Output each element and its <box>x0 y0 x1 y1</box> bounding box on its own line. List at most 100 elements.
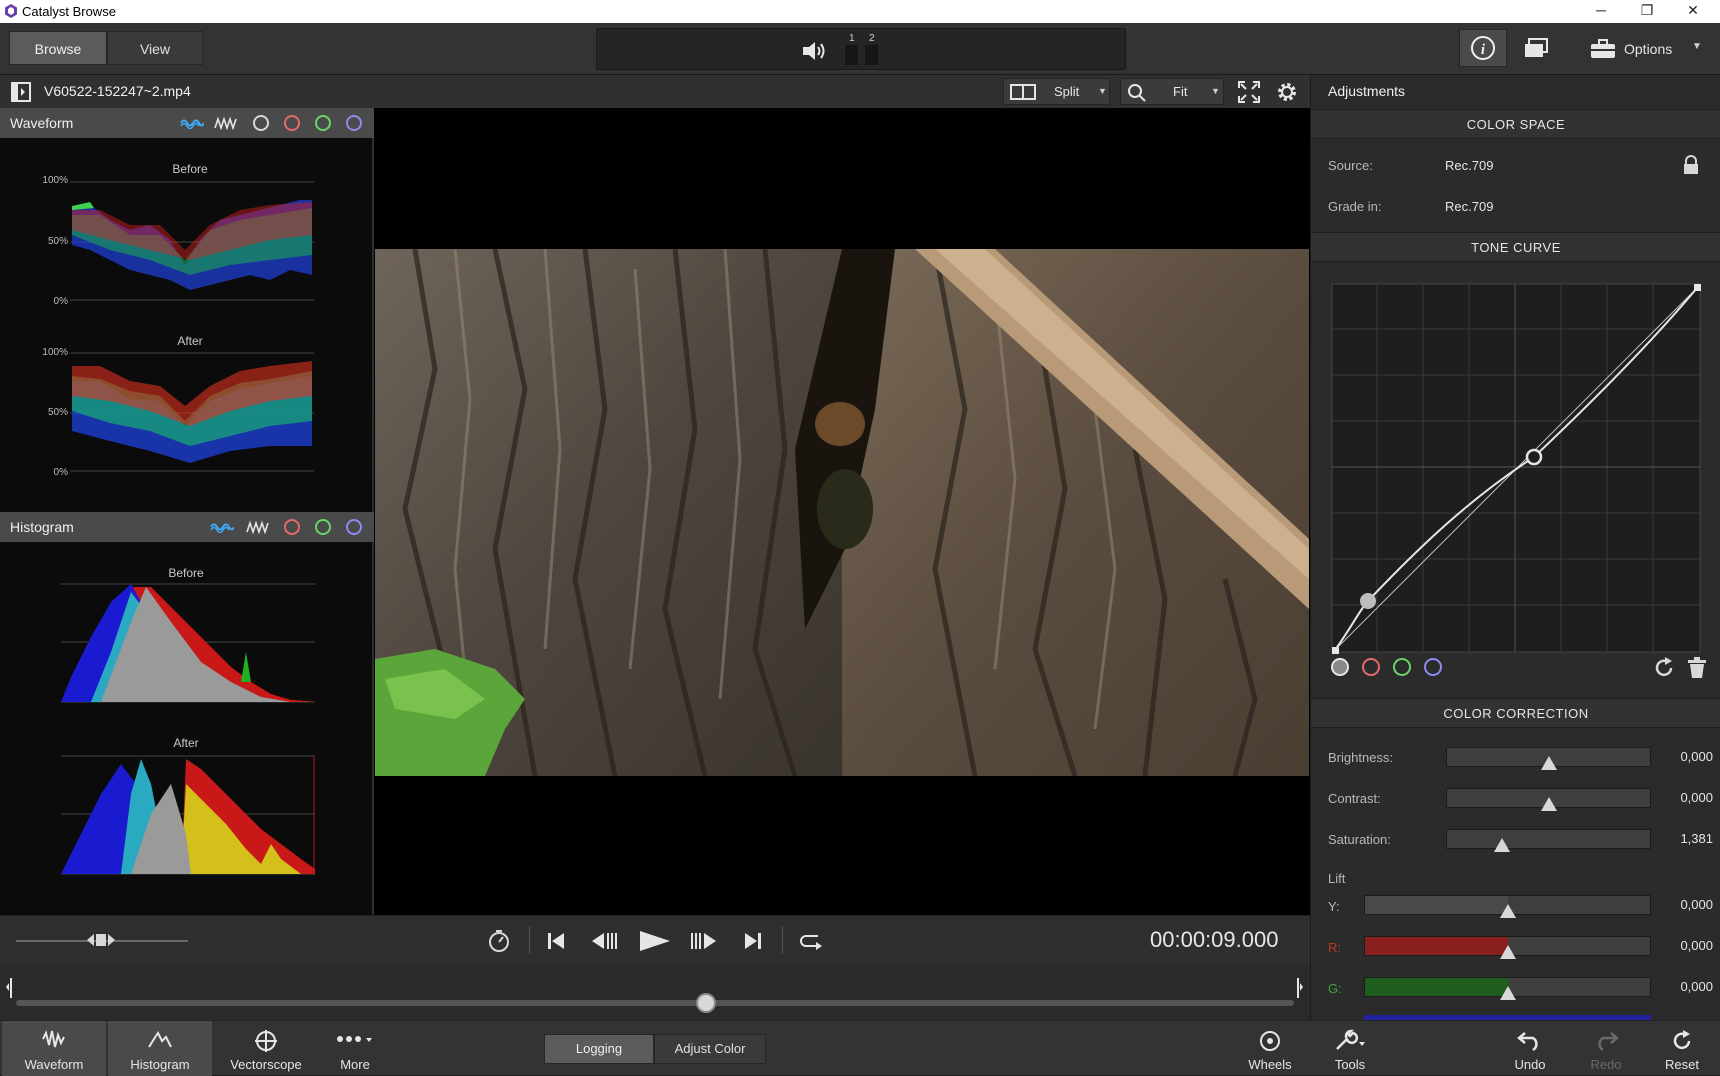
in-point-icon[interactable] <box>5 977 17 999</box>
curve-red-channel-icon[interactable] <box>1362 658 1380 676</box>
lift-b-slider-partial[interactable] <box>1364 1015 1651 1020</box>
lift-r-value[interactable]: 0,000 <box>1653 938 1713 953</box>
curve-reset-icon[interactable] <box>1653 657 1675 679</box>
undo-button[interactable]: Undo <box>1500 1021 1560 1076</box>
lift-g-value[interactable]: 0,000 <box>1653 979 1713 994</box>
lift-y-thumb[interactable] <box>1499 904 1516 918</box>
curve-luma-channel-icon[interactable] <box>1331 658 1349 676</box>
tab-adjust-color[interactable]: Adjust Color <box>654 1034 766 1064</box>
contrast-slider[interactable] <box>1446 788 1651 811</box>
curve-green-channel-icon[interactable] <box>1393 658 1411 676</box>
histogram-after-label: After <box>173 736 199 750</box>
zoom-dropdown[interactable]: Fit ▼ <box>1120 78 1224 105</box>
fullscreen-icon[interactable] <box>1238 81 1260 103</box>
lift-label: Lift <box>1328 871 1346 886</box>
curve-point-white[interactable] <box>1694 284 1701 291</box>
tone-curve-graph[interactable] <box>1331 283 1703 655</box>
grade-in-value[interactable]: Rec.709 <box>1445 199 1493 214</box>
info-button[interactable]: i <box>1459 29 1507 67</box>
lift-g-fill <box>1365 978 1508 996</box>
histogram-tool-button[interactable]: Histogram <box>108 1021 212 1076</box>
curve-point-black[interactable] <box>1332 647 1339 654</box>
waveform-title: Waveform <box>10 115 74 131</box>
parade-icon[interactable] <box>180 117 204 129</box>
waveform-tool-button[interactable]: Waveform <box>2 1021 106 1076</box>
sidebar-toggle-icon[interactable] <box>11 82 31 102</box>
settings-gear-icon[interactable] <box>1275 80 1299 104</box>
curve-blue-channel-icon[interactable] <box>1424 658 1442 676</box>
options-menu[interactable]: Options ▼ <box>1580 23 1710 75</box>
lift-g-thumb[interactable] <box>1499 986 1516 1000</box>
curve-point-midtones[interactable] <box>1525 448 1543 466</box>
waveform-before-tick-100: 100% <box>42 175 68 186</box>
overlay-waveform-icon[interactable] <box>214 116 238 130</box>
lift-y-value[interactable]: 0,000 <box>1653 897 1713 912</box>
loop-icon[interactable] <box>800 931 824 951</box>
lift-y-slider[interactable] <box>1364 895 1651 918</box>
waveform-before-tick-0: 0% <box>53 296 68 307</box>
restore-button[interactable]: ❐ <box>1624 0 1670 23</box>
waveform-header: Waveform <box>0 108 374 138</box>
lift-r-thumb[interactable] <box>1499 945 1516 959</box>
panels-icon <box>1525 38 1548 57</box>
transport-bar: 00:00:09.000 <box>0 915 1310 965</box>
speaker-icon[interactable] <box>801 40 829 62</box>
blue-channel-icon[interactable] <box>346 115 362 131</box>
step-back-icon[interactable] <box>590 931 618 951</box>
close-button[interactable]: ✕ <box>1670 0 1716 23</box>
skip-to-end-icon[interactable] <box>743 931 763 951</box>
histogram-red-channel-icon[interactable] <box>284 519 300 535</box>
video-viewer[interactable] <box>374 108 1310 915</box>
panels-button[interactable] <box>1512 29 1560 67</box>
saturation-value[interactable]: 1,381 <box>1653 831 1713 846</box>
out-point-icon[interactable] <box>1292 977 1304 999</box>
playhead[interactable] <box>696 993 717 1013</box>
contrast-thumb[interactable] <box>1540 797 1557 811</box>
histogram-blue-channel-icon[interactable] <box>346 519 362 535</box>
step-forward-icon[interactable] <box>690 931 718 951</box>
info-icon: i <box>1471 36 1495 60</box>
source-value[interactable]: Rec.709 <box>1445 158 1493 173</box>
brightness-slider[interactable] <box>1446 747 1651 770</box>
brightness-thumb[interactable] <box>1540 756 1557 770</box>
histogram-green-channel-icon[interactable] <box>315 519 331 535</box>
color-correction-header: COLOR CORRECTION <box>1311 698 1720 728</box>
tab-view[interactable]: View <box>107 31 203 65</box>
lift-r-slider[interactable] <box>1364 936 1651 959</box>
tab-browse[interactable]: Browse <box>9 31 107 65</box>
luma-channel-icon[interactable] <box>253 115 269 131</box>
transport-divider <box>529 926 530 954</box>
play-icon[interactable] <box>638 929 672 953</box>
contrast-label: Contrast: <box>1328 791 1381 806</box>
histogram-overlay-icon[interactable] <box>246 520 270 534</box>
more-tool-button[interactable]: More <box>320 1021 390 1076</box>
meter-channel-2-label: 2 <box>869 33 875 44</box>
tone-curve-header: TONE CURVE <box>1311 232 1720 262</box>
top-toolbar: Browse View 1 2 i Options ▼ <box>0 23 1720 75</box>
tab-logging[interactable]: Logging <box>544 1034 654 1064</box>
shuttle-handle-icon[interactable] <box>86 932 116 948</box>
minimize-button[interactable]: ─ <box>1578 0 1624 23</box>
lock-icon[interactable] <box>1682 155 1700 175</box>
tools-menu-button[interactable]: Tools <box>1320 1021 1380 1076</box>
green-channel-icon[interactable] <box>315 115 331 131</box>
reset-button[interactable]: Reset <box>1652 1021 1712 1076</box>
brightness-value[interactable]: 0,000 <box>1653 749 1713 764</box>
vectorscope-tool-button[interactable]: Vectorscope <box>214 1021 318 1076</box>
redo-button[interactable]: Redo <box>1576 1021 1636 1076</box>
red-channel-icon[interactable] <box>284 115 300 131</box>
saturation-thumb[interactable] <box>1493 838 1510 852</box>
svg-text:i: i <box>1481 42 1486 58</box>
scrubber-track[interactable] <box>16 1000 1294 1006</box>
timeline-scrubber[interactable] <box>0 965 1310 1020</box>
split-dropdown[interactable]: Split ▼ <box>1003 78 1110 105</box>
histogram-parade-icon[interactable] <box>210 521 234 533</box>
timer-icon[interactable] <box>487 929 511 953</box>
curve-point-shadows[interactable] <box>1360 593 1376 609</box>
skip-to-start-icon[interactable] <box>546 931 566 951</box>
lift-g-slider[interactable] <box>1364 977 1651 1000</box>
saturation-slider[interactable] <box>1446 829 1651 852</box>
trash-icon[interactable] <box>1687 657 1707 679</box>
contrast-value[interactable]: 0,000 <box>1653 790 1713 805</box>
wheels-tool-button[interactable]: Wheels <box>1240 1021 1300 1076</box>
